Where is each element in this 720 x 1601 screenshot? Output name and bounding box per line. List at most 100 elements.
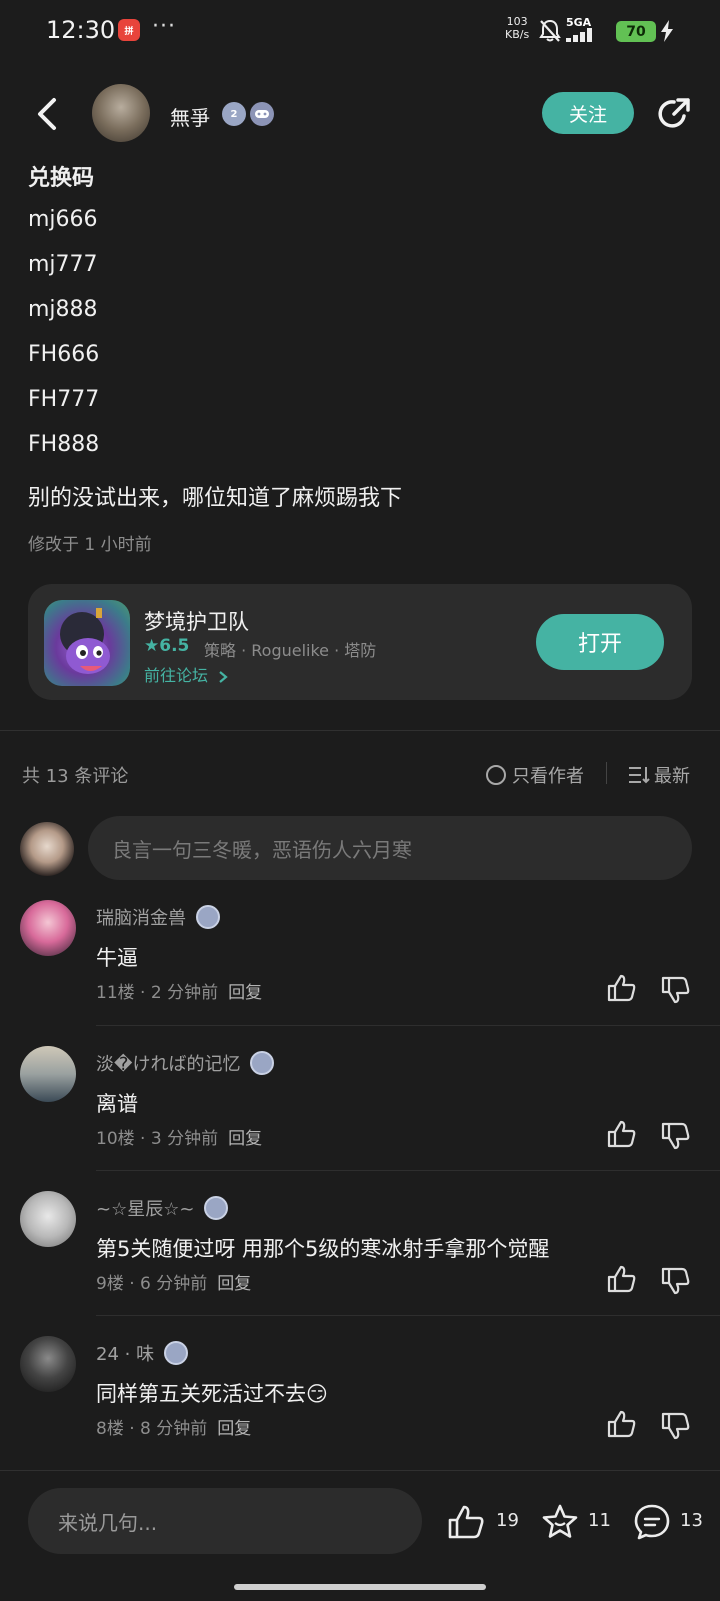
- floor: 11楼: [96, 983, 135, 1003]
- bottom-comment-input[interactable]: 来说几句...: [28, 1488, 422, 1554]
- status-time: 12:30: [46, 16, 116, 44]
- commenter-name[interactable]: ~☆星辰☆~: [96, 1195, 229, 1221]
- post-line: mj888: [28, 297, 98, 322]
- like-count: 19: [496, 1510, 519, 1531]
- sort-label[interactable]: 最新: [654, 762, 690, 788]
- commenter-name[interactable]: 淡�ければ的记忆: [96, 1050, 275, 1076]
- level-badge-icon: [196, 905, 220, 929]
- thumb-up-icon[interactable]: [606, 1408, 638, 1440]
- thumb-down-icon[interactable]: [660, 1265, 692, 1297]
- comment-time: 2 分钟前: [150, 983, 219, 1003]
- comment-time: 6 分钟前: [140, 1274, 208, 1294]
- level-badge-icon: [250, 1051, 275, 1075]
- thumb-down-icon[interactable]: [660, 974, 692, 1006]
- commenter-avatar[interactable]: [20, 1191, 76, 1247]
- share-icon[interactable]: [654, 94, 694, 134]
- post-line: FH777: [28, 387, 100, 412]
- comment-text: 同样第五关死活过不去😏: [96, 1382, 328, 1406]
- reply-button[interactable]: 回复: [217, 1419, 251, 1439]
- floor: 9楼: [96, 1274, 124, 1294]
- section-divider: [0, 730, 720, 731]
- comment-meta: 10楼 · 3 分钟前 回复: [96, 1129, 263, 1149]
- commenter-name-label[interactable]: 瑞脑消金兽: [96, 904, 186, 930]
- app-notification-icon: 拼: [118, 19, 140, 41]
- comment-divider: [96, 1315, 720, 1316]
- game-rating: ★6.5: [144, 636, 190, 656]
- comment-count-total: 13: [680, 1510, 703, 1531]
- comment-divider: [96, 1025, 720, 1026]
- author-avatar[interactable]: [92, 84, 150, 142]
- commenter-name-label[interactable]: 淡�ければ的记忆: [96, 1050, 240, 1076]
- signal-strength-icon: [566, 28, 592, 42]
- post-line: mj777: [28, 252, 98, 277]
- thumb-up-icon[interactable]: [606, 1118, 638, 1150]
- net-speed-value: 103: [506, 15, 528, 28]
- comment-input[interactable]: 良言一句三冬暖，恶语伤人六月寒: [88, 816, 692, 880]
- commenter-name[interactable]: 瑞脑消金兽: [96, 904, 220, 930]
- commenter-name[interactable]: 24 · 味: [96, 1340, 189, 1366]
- commenter-avatar[interactable]: [20, 1046, 76, 1102]
- comment-text: 牛逼: [96, 946, 138, 970]
- thumb-down-icon[interactable]: [660, 1120, 692, 1152]
- thumb-up-icon[interactable]: [606, 1263, 638, 1295]
- commenter-name-label[interactable]: 24 · 味: [96, 1340, 154, 1366]
- back-arrow-icon[interactable]: [30, 92, 66, 136]
- commenter-name-label[interactable]: ~☆星辰☆~: [96, 1195, 194, 1221]
- author-name[interactable]: 無爭: [170, 102, 210, 131]
- forum-link-label[interactable]: 前往论坛: [144, 666, 208, 685]
- reply-button[interactable]: 回复: [228, 983, 262, 1003]
- bottom-divider: [0, 1470, 720, 1471]
- mute-bell-icon: [539, 19, 561, 42]
- more-notifications-icon: ···: [152, 14, 176, 39]
- author-only-toggle[interactable]: 只看作者: [486, 762, 584, 788]
- thumb-up-icon[interactable]: [606, 972, 638, 1004]
- comment-icon[interactable]: [632, 1502, 672, 1542]
- edited-time: 修改于 1 小时前: [28, 535, 152, 555]
- post-line: mj666: [28, 207, 98, 232]
- post-line: 兑换码: [28, 166, 95, 191]
- commenter-avatar[interactable]: [20, 1336, 76, 1392]
- forum-link[interactable]: 前往论坛: [144, 662, 229, 686]
- home-indicator[interactable]: [234, 1584, 486, 1590]
- level-badge-icon: 2: [222, 102, 246, 126]
- gamepad-badge-icon: [250, 102, 274, 126]
- author-only-label[interactable]: 只看作者: [512, 762, 584, 788]
- commenter-avatar[interactable]: [20, 900, 76, 956]
- comment-time: 3 分钟前: [150, 1129, 219, 1149]
- comment-count: 共 13 条评论: [22, 766, 129, 787]
- post-line: FH888: [28, 432, 100, 457]
- thumb-down-icon[interactable]: [660, 1410, 692, 1442]
- reply-button[interactable]: 回复: [228, 1129, 262, 1149]
- comment-meta: 11楼 · 2 分钟前 回复: [96, 983, 263, 1003]
- radio-icon[interactable]: [486, 765, 506, 785]
- level-badge-icon: [204, 1196, 229, 1220]
- comment-text: 离谱: [96, 1092, 138, 1116]
- game-name: 梦境护卫队: [144, 610, 249, 634]
- level-badge-icon: [164, 1341, 189, 1365]
- network-speed: 103 KB/s: [505, 15, 529, 41]
- game-app-icon[interactable]: [44, 600, 130, 686]
- like-icon[interactable]: [446, 1502, 486, 1542]
- reply-button[interactable]: 回复: [217, 1274, 251, 1294]
- star-icon[interactable]: [540, 1502, 580, 1542]
- game-tags: 策略 · Roguelike · 塔防: [204, 641, 377, 660]
- comment-time: 8 分钟前: [140, 1419, 208, 1439]
- net-speed-unit: KB/s: [505, 28, 530, 41]
- star-count: 11: [588, 1510, 611, 1531]
- post-line: FH666: [28, 342, 100, 367]
- comment-meta: 8楼 · 8 分钟前 回复: [96, 1419, 252, 1439]
- comment-text: 第5关随便过呀 用那个5级的寒冰射手拿那个觉醒: [96, 1237, 550, 1261]
- battery-indicator: 70: [616, 21, 656, 42]
- chevron-right-icon: [219, 670, 228, 683]
- floor: 10楼: [96, 1129, 135, 1149]
- comment-divider: [96, 1170, 720, 1171]
- floor: 8楼: [96, 1419, 124, 1439]
- my-avatar: [20, 822, 74, 876]
- open-game-button[interactable]: 打开: [536, 614, 664, 670]
- charging-icon: [661, 20, 673, 42]
- comment-meta: 9楼 · 6 分钟前 回复: [96, 1274, 252, 1294]
- sort-icon: [629, 767, 650, 784]
- separator: [606, 762, 607, 784]
- sort-toggle[interactable]: 最新: [628, 762, 690, 788]
- follow-button[interactable]: 关注: [542, 92, 634, 134]
